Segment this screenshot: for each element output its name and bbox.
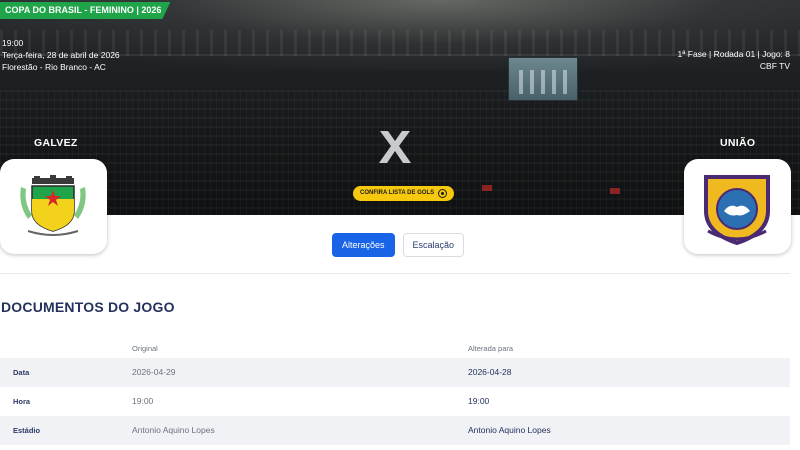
match-time: 19:00 [2,38,24,48]
row-changed: Antonio Aquino Lopes [468,425,551,435]
goals-list-label: CONFIRA LISTA DE GOLS [360,190,435,196]
table-row: Data 2026-04-29 2026-04-28 [0,358,790,387]
match-phase: 1ª Fase | Rodada 01 | Jogo: 8 [677,49,790,59]
row-original: 2026-04-29 [132,367,176,377]
hero-banner: COPA DO BRASIL - FEMININO | 2026 19:00 T… [0,0,800,215]
divider [0,273,790,274]
galvez-crest-icon [20,175,86,236]
match-info-left: 19:00 Terça-feira, 28 de abril de 2026 F… [2,37,120,73]
match-broadcast: CBF TV [759,61,790,71]
uniao-crest-icon [704,175,770,245]
column-header-original: Original [132,344,158,353]
row-changed: 19:00 [468,396,490,406]
stadium-screen [508,57,578,101]
tab-escalacao[interactable]: Escalação [402,233,465,257]
tab-alteracoes[interactable]: Alterações [332,233,395,257]
home-team-crest-card[interactable] [0,159,107,254]
tabs: Alterações Escalação [332,233,465,257]
match-page: COPA DO BRASIL - FEMININO | 2026 19:00 T… [0,0,800,450]
table-row: Estádio Antonio Aquino Lopes Antonio Aqu… [0,416,790,445]
away-team-name: UNIÃO [720,137,756,149]
row-field: Hora [13,397,31,406]
match-venue: Florestão - Rio Branco - AC [2,62,106,72]
competition-badge: COPA DO BRASIL - FEMININO | 2026 [0,2,170,19]
table-row: Hora 19:00 19:00 [0,387,790,416]
row-field: Estádio [13,426,41,435]
row-original: 19:00 [132,396,154,406]
home-team-name: GALVEZ [34,137,78,149]
column-header-changed: Alterada para [468,344,514,353]
away-team-crest-card[interactable] [684,159,791,254]
row-changed: 2026-04-28 [468,367,512,377]
goals-list-button[interactable]: CONFIRA LISTA DE GOLS [353,186,455,201]
stand-flag [610,188,620,194]
match-date: Terça-feira, 28 de abril de 2026 [2,50,120,60]
match-info-right: 1ª Fase | Rodada 01 | Jogo: 8 CBF TV [678,48,790,72]
section-title: DOCUMENTOS DO JOGO [1,299,175,315]
versus-icon [379,131,411,163]
row-original: Antonio Aquino Lopes [132,425,215,435]
row-field: Data [13,368,30,377]
stand-flag [482,185,492,191]
ball-icon [438,189,448,198]
